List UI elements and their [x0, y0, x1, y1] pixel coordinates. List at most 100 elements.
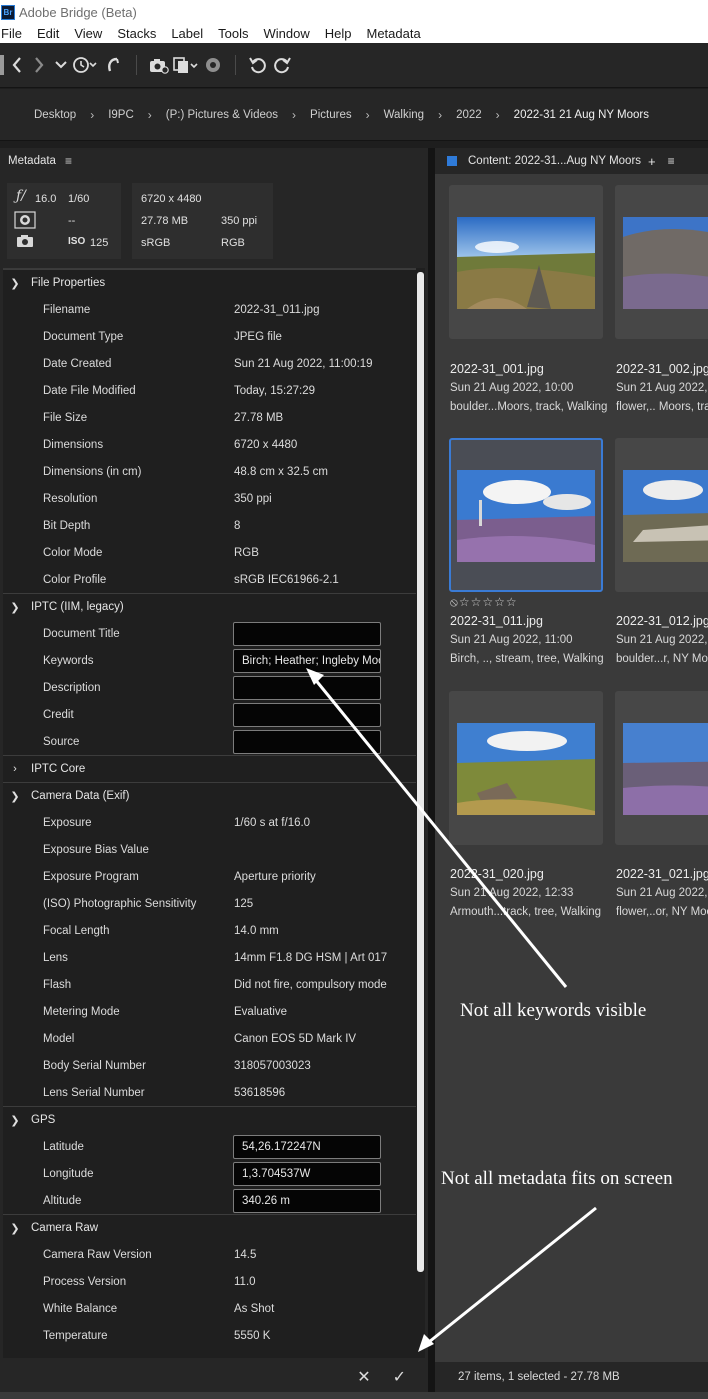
description-field[interactable]	[233, 676, 381, 700]
credit-field[interactable]	[233, 703, 381, 727]
rotate-left-icon[interactable]	[246, 53, 270, 77]
breadcrumb-item[interactable]: 2022	[456, 109, 482, 121]
chevron-right-icon[interactable]: ›	[148, 108, 152, 122]
menu-file[interactable]: File	[1, 26, 22, 41]
metadata-key: Flash	[43, 978, 72, 991]
section-iptc-core[interactable]: › IPTC Core	[3, 755, 424, 782]
chevron-right-icon[interactable]: ›	[90, 108, 94, 122]
thumbnail-filename[interactable]: 2022-31_020.jpg	[450, 867, 544, 881]
latitude-field[interactable]: 54,26.172247N	[233, 1135, 381, 1159]
metadata-key: Altitude	[43, 1194, 82, 1207]
chevron-down-icon[interactable]: ❯	[9, 790, 21, 803]
thumbnail-card[interactable]	[449, 185, 603, 339]
section-gps[interactable]: ❯ GPS	[3, 1106, 424, 1133]
content-panel-header: Content: 2022-31...Aug NY Moors + ≡	[435, 148, 708, 174]
metadata-key: Filename	[43, 303, 91, 316]
metadata-key: Date File Modified	[43, 384, 136, 397]
back-arrow-icon[interactable]	[8, 53, 26, 77]
chevron-right-icon[interactable]: ›	[366, 108, 370, 122]
thumbnail-card[interactable]	[615, 691, 708, 845]
thumbnail-filename[interactable]: 2022-31_021.jpg	[616, 867, 708, 881]
metadata-row: Exposure Bias Value	[3, 836, 424, 863]
thumbnail-card[interactable]	[615, 185, 708, 339]
menu-window[interactable]: Window	[264, 26, 310, 41]
metadata-key: Exposure	[43, 816, 92, 829]
menu-tools[interactable]: Tools	[218, 26, 248, 41]
breadcrumb-item[interactable]: Pictures	[310, 109, 352, 121]
thumbnail-filename[interactable]: 2022-31_011.jpg	[450, 614, 543, 628]
thumbnail-card-selected[interactable]	[449, 438, 603, 592]
chevron-down-icon[interactable]	[52, 53, 70, 77]
breadcrumb-current[interactable]: 2022-31 21 Aug NY Moors	[514, 109, 649, 121]
apply-check-icon[interactable]: ✓	[393, 1367, 406, 1387]
altitude-field[interactable]: 340.26 m	[233, 1189, 381, 1213]
metadata-row: Model Canon EOS 5D Mark IV	[3, 1025, 424, 1052]
thumbnail-card[interactable]	[449, 691, 603, 845]
source-field[interactable]	[233, 730, 381, 754]
metadata-row: Document Title	[3, 620, 424, 647]
chevron-down-icon[interactable]: ❯	[9, 601, 21, 614]
menu-help[interactable]: Help	[325, 26, 352, 41]
thumbnail-filename[interactable]: 2022-31_001.jpg	[450, 362, 544, 376]
chevron-down-icon[interactable]: ❯	[9, 1114, 21, 1127]
recent-history-icon[interactable]	[70, 53, 100, 77]
breadcrumb-item[interactable]: Walking	[384, 109, 424, 121]
panel-menu-icon[interactable]: ≡	[65, 154, 72, 168]
breadcrumb-item[interactable]: (P:) Pictures & Videos	[166, 109, 278, 121]
metadata-row: Latitude 54,26.172247N	[3, 1133, 424, 1160]
document-title-field[interactable]	[233, 622, 381, 646]
menu-stacks[interactable]: Stacks	[117, 26, 156, 41]
chevron-down-icon[interactable]: ❯	[9, 1222, 21, 1235]
keywords-field[interactable]: Birch; Heather; Ingleby Moor	[233, 649, 381, 673]
panel-menu-icon[interactable]: ≡	[668, 154, 675, 168]
chevron-down-icon[interactable]: ❯	[9, 277, 21, 290]
section-camera-data[interactable]: ❯ Camera Data (Exif)	[3, 782, 424, 809]
menu-edit[interactable]: Edit	[37, 26, 59, 41]
menu-label[interactable]: Label	[171, 26, 203, 41]
return-icon[interactable]	[100, 53, 126, 77]
longitude-field[interactable]: 1,3.704537W	[233, 1162, 381, 1186]
metadata-value: As Shot	[234, 1302, 275, 1315]
breadcrumb-item[interactable]: I9PC	[108, 109, 134, 121]
annotation-keywords-note: Not all keywords visible	[460, 1000, 647, 1021]
refine-icon[interactable]	[171, 53, 201, 77]
file-summary: 6720 x 4480 27.78 MB 350 ppi sRGB RGB	[132, 183, 273, 259]
chevron-right-icon[interactable]: ›	[496, 108, 500, 122]
thumbnail-card[interactable]	[615, 438, 708, 592]
panel-splitter[interactable]	[428, 148, 435, 1392]
cancel-x-icon[interactable]: ✕	[357, 1367, 370, 1387]
scrollbar-thumb[interactable]	[417, 272, 424, 1272]
metadata-panel-title[interactable]: Metadata	[8, 155, 56, 167]
metadata-panel: Metadata ≡ ƒ/ 16.0 1/60 -- ISO 125 6720 …	[0, 148, 428, 1392]
metadata-row: Camera Raw Version 14.5	[3, 1241, 424, 1268]
rotate-right-icon[interactable]	[270, 53, 294, 77]
metadata-value: JPEG file	[234, 330, 282, 343]
thumbnail-filename[interactable]: 2022-31_002.jpg	[616, 362, 708, 376]
add-icon[interactable]: +	[648, 154, 656, 169]
rating-stars[interactable]: ⦸☆☆☆☆☆	[450, 595, 518, 610]
get-photos-icon[interactable]	[147, 53, 171, 77]
breadcrumb-item[interactable]: Desktop	[34, 109, 76, 121]
chevron-right-icon[interactable]: ›	[292, 108, 296, 122]
exposure-bias-value: --	[68, 215, 76, 227]
metadata-value: Aperture priority	[234, 870, 316, 883]
chevron-right-icon[interactable]: ›	[9, 763, 21, 775]
forward-arrow-icon[interactable]	[26, 53, 52, 77]
section-iptc-legacy[interactable]: ❯ IPTC (IIM, legacy)	[3, 593, 424, 620]
metadata-key: Camera Raw Version	[43, 1248, 152, 1261]
content-panel-title[interactable]: Content: 2022-31...Aug NY Moors	[468, 155, 641, 167]
metadata-key: Dimensions (in cm)	[43, 465, 142, 478]
section-file-properties[interactable]: ❯ File Properties	[3, 269, 424, 296]
thumbnail-filename[interactable]: 2022-31_012.jpg	[616, 614, 708, 628]
metadata-value: Sun 21 Aug 2022, 11:00:19	[234, 357, 373, 370]
menu-view[interactable]: View	[74, 26, 102, 41]
metadata-row: Metering Mode Evaluative	[3, 998, 424, 1025]
shutter-value: 1/60	[68, 193, 90, 205]
window-title: Adobe Bridge (Beta)	[19, 4, 137, 20]
section-camera-raw[interactable]: ❯ Camera Raw	[3, 1214, 424, 1241]
camera-raw-icon[interactable]	[201, 53, 225, 77]
metadata-scrollbar[interactable]	[416, 268, 425, 1358]
menu-metadata[interactable]: Metadata	[367, 26, 421, 41]
metadata-value: 27.78 MB	[234, 411, 284, 424]
chevron-right-icon[interactable]: ›	[438, 108, 442, 122]
